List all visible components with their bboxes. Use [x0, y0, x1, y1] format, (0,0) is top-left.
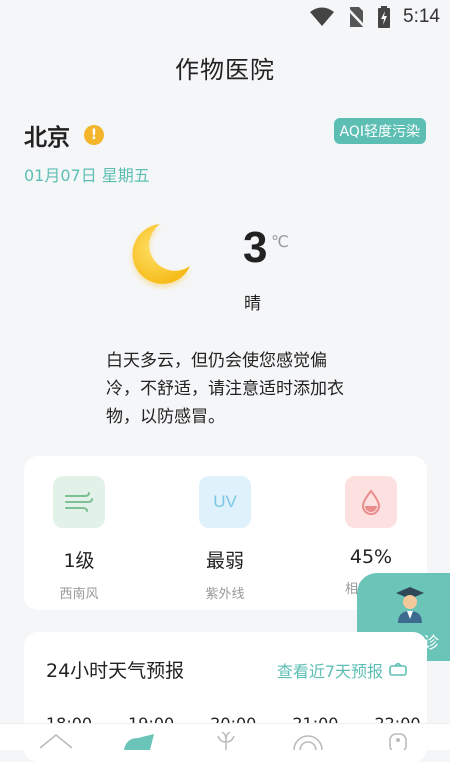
stat-label: 紫外线 — [205, 587, 245, 602]
weather-condition: 晴 — [244, 294, 261, 314]
weather-nav-icon — [124, 734, 154, 750]
stat-value: 45% — [349, 546, 393, 568]
stat-value: 最弱 — [205, 550, 244, 572]
nav-crop[interactable] — [208, 732, 244, 752]
wind-icon — [53, 476, 105, 528]
battery-charging-icon — [378, 6, 391, 28]
warning-icon[interactable]: ! — [84, 125, 104, 145]
nav-profile[interactable] — [380, 732, 416, 752]
page-title: 作物医院 — [175, 56, 275, 84]
temperature: 3 ℃ — [243, 223, 289, 272]
forecast-title: 24小时天气预报 — [46, 660, 185, 682]
temperature-value: 3 — [243, 223, 268, 272]
nav-discover[interactable] — [290, 732, 326, 752]
title-bar: 作物医院 — [0, 50, 450, 85]
wifi-icon — [310, 7, 335, 26]
location-row: 北京 ! — [24, 118, 104, 152]
stat-uv: UV 最弱 紫外线 — [170, 476, 280, 602]
forecast-arrow-icon — [389, 663, 407, 676]
aqi-badge[interactable]: AQI轻度污染 — [333, 118, 426, 144]
nav-weather[interactable] — [120, 732, 156, 752]
city-name[interactable]: 北京 — [24, 118, 70, 152]
home-icon — [39, 733, 73, 749]
expert-avatar-icon — [396, 587, 424, 623]
uv-icon-text: UV — [213, 492, 237, 511]
temperature-unit: ℃ — [271, 232, 289, 251]
status-icons: 5:14 — [309, 6, 440, 28]
stat-label: 西南风 — [59, 587, 99, 602]
no-sim-icon — [347, 7, 365, 27]
humidity-icon — [345, 476, 397, 528]
discover-icon — [293, 735, 323, 750]
forecast-link-label: 查看近7天预报 — [276, 662, 383, 681]
status-bar: 5:14 — [0, 0, 450, 36]
nav-home[interactable] — [38, 732, 74, 752]
moon-icon — [132, 224, 190, 284]
plant-icon — [217, 732, 235, 750]
profile-icon — [389, 733, 407, 750]
view-7-day-forecast-link[interactable]: 查看近7天预报 — [277, 658, 407, 682]
weather-tip: 白天多云，但仍会使您感觉偏冷，不舒适，请注意适时添加衣物，以防感冒。 — [106, 351, 344, 427]
status-time: 5:14 — [403, 6, 440, 27]
stat-value: 1级 — [63, 550, 95, 572]
stat-wind: 1级 西南风 — [24, 476, 134, 602]
current-date: 01月07日 星期五 — [24, 166, 150, 185]
bottom-navigation — [0, 723, 450, 750]
uv-icon: UV — [199, 476, 251, 528]
